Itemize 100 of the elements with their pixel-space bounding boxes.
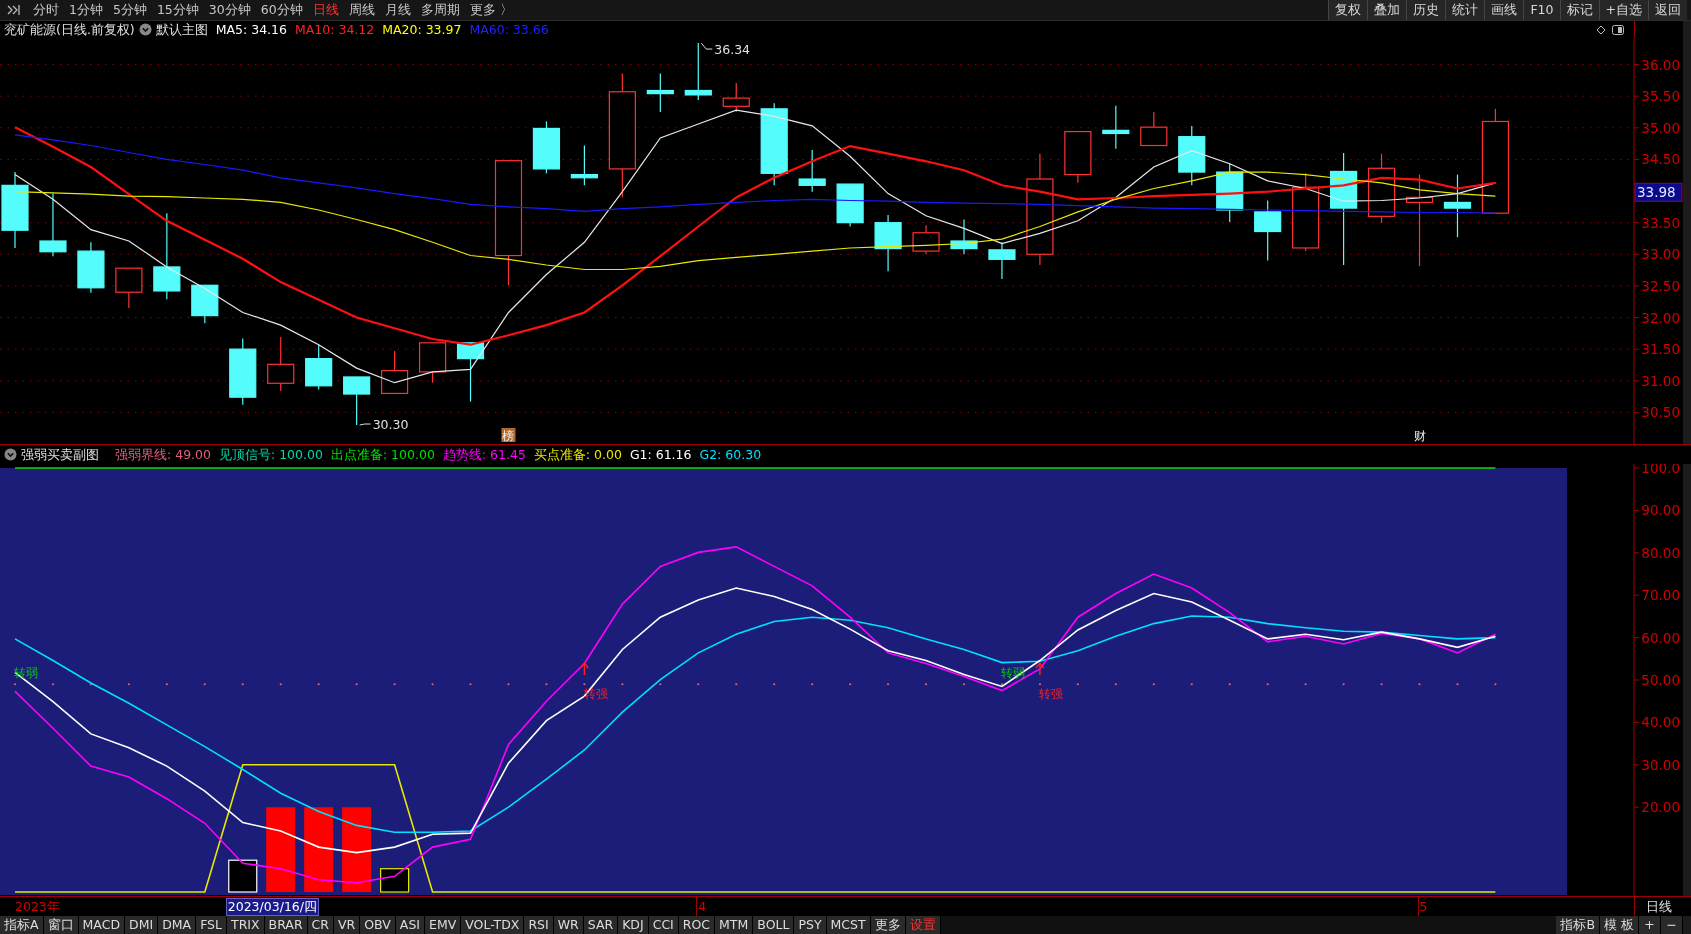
leader-line — [700, 42, 713, 50]
period-tab[interactable]: 1分钟 — [64, 0, 108, 20]
indicator-tab[interactable]: 更多 — [870, 916, 906, 934]
axis-label: 33.50 — [1641, 214, 1680, 231]
period-tab[interactable]: 分时 — [28, 0, 64, 20]
candlestick — [836, 183, 864, 228]
period-tab[interactable]: 15分钟 — [151, 0, 204, 20]
indicator-tab[interactable]: OBV — [360, 916, 396, 934]
indicator-tab[interactable]: RSI — [524, 916, 554, 934]
event-marker[interactable]: 财 — [1413, 429, 1426, 443]
indicator-tab[interactable]: + — [1639, 916, 1661, 934]
period-tab[interactable]: 60分钟 — [255, 0, 308, 20]
indicator-name[interactable]: 强弱买卖副图 — [21, 444, 99, 465]
indicator-tab[interactable]: 指标A — [0, 916, 44, 934]
axis-label: 36.00 — [1641, 56, 1680, 73]
toolbar-button[interactable]: 统计 — [1445, 0, 1485, 20]
indicator-tab[interactable]: KDJ — [618, 916, 649, 934]
candlestick — [381, 350, 409, 394]
indicator-tab[interactable]: CR — [307, 916, 334, 934]
indicator-tab[interactable]: MCST — [826, 916, 871, 934]
ma-value: MA60: 33.66 — [469, 20, 549, 39]
toolbar-button[interactable]: 复权 — [1328, 0, 1368, 20]
ma-value: MA10: 34.12 — [295, 20, 375, 39]
indicator-tab[interactable]: VOL-TDX — [461, 916, 525, 934]
toolbar-button[interactable]: F10 — [1523, 0, 1560, 20]
toolbar-button[interactable]: +自选 — [1598, 0, 1648, 20]
toolbar-button[interactable]: 叠加 — [1367, 0, 1407, 20]
period-tab[interactable]: 5分钟 — [107, 0, 152, 20]
indicator-tab[interactable]: MACD — [78, 916, 126, 934]
toolbar-button[interactable]: 返回 — [1648, 0, 1687, 20]
panel-icon[interactable] — [1612, 24, 1624, 35]
period-tab[interactable]: 日线 — [307, 0, 344, 20]
indicator-tab[interactable]: BOLL — [753, 916, 795, 934]
template-label[interactable]: 默认主图 — [155, 20, 208, 39]
dropdown-icon[interactable] — [4, 448, 17, 461]
axis-label: 32.00 — [1641, 309, 1680, 326]
axis-label: 30.00 — [1641, 756, 1680, 773]
toolbar-button[interactable]: 历史 — [1406, 0, 1446, 20]
indicator-tab[interactable]: WR — [553, 916, 584, 934]
legend-value: 强弱界线: 49.00 — [115, 445, 211, 464]
period-tab[interactable]: 更多 〉 — [464, 0, 518, 20]
date-label: 4 — [698, 898, 707, 916]
candlestick — [418, 342, 447, 384]
candlestick — [77, 241, 105, 294]
up-arrow-icon — [1035, 661, 1045, 676]
candlestick — [798, 149, 826, 193]
event-marker[interactable]: 榜 — [501, 428, 516, 443]
candlestick — [1254, 199, 1282, 262]
indicator-tab[interactable]: VR — [334, 916, 361, 934]
period-tab[interactable]: 月线 — [379, 0, 416, 20]
axis-label: 35.00 — [1641, 119, 1680, 136]
legend-value: 趋势线: 61.45 — [442, 445, 526, 464]
indicator-tab[interactable]: DMI — [125, 916, 159, 934]
indicator-tab[interactable]: EMV — [425, 916, 462, 934]
candlestick — [343, 376, 371, 426]
settings-tab[interactable]: 设置 — [905, 916, 941, 934]
ma-value: MA5: 34.16 — [215, 20, 287, 39]
candlestick — [874, 214, 902, 272]
toolbar-button[interactable]: 画线 — [1484, 0, 1524, 20]
period-tab[interactable]: 多周期 — [415, 0, 465, 20]
indicator-tab[interactable]: FSL — [196, 916, 227, 934]
diamond-icon[interactable] — [1596, 24, 1606, 35]
period-tab[interactable]: 30分钟 — [203, 0, 256, 20]
indicator-tab[interactable]: SAR — [583, 916, 619, 934]
toolbar-button[interactable]: 标记 — [1559, 0, 1599, 20]
indicator-tab[interactable]: ROC — [678, 916, 716, 934]
candlestick — [267, 336, 295, 392]
indicator-tab[interactable]: DMA — [158, 916, 197, 934]
candlestick — [646, 72, 674, 113]
indicator-tab[interactable]: − — [1661, 916, 1683, 934]
cursor-date: 2023/03/16/四 — [225, 898, 319, 916]
dropdown-icon[interactable] — [138, 23, 152, 36]
legend-value: G1: 61.16 — [629, 445, 692, 464]
indicator-tab[interactable]: BRAR — [264, 916, 308, 934]
collapse-icon[interactable] — [6, 4, 22, 16]
up-arrow-icon — [579, 661, 590, 676]
leader-line — [359, 423, 372, 426]
indicator-tab[interactable]: TRIX — [227, 916, 265, 934]
period-tab[interactable]: 周线 — [343, 0, 380, 20]
indicator-tab[interactable]: MTM — [715, 916, 754, 934]
candlestick — [191, 284, 219, 324]
legend-value: 见顶信号: 100.00 — [219, 445, 323, 464]
indicator-tab[interactable]: 窗口 — [43, 916, 79, 934]
signal-box — [380, 868, 410, 893]
candlestick — [305, 344, 333, 391]
candlestick — [115, 267, 143, 309]
indicator-tab[interactable]: CCI — [648, 916, 679, 934]
candlestick — [1178, 125, 1206, 186]
scrollbar-track[interactable] — [1683, 464, 1691, 896]
candlestick — [1216, 163, 1244, 223]
axis-label: 32.50 — [1641, 277, 1680, 294]
indicator-tab[interactable]: ASI — [395, 916, 426, 934]
axis-label: 20.00 — [1641, 799, 1680, 816]
indicator-tab[interactable]: PSY — [794, 916, 827, 934]
scrollbar-track[interactable] — [1683, 916, 1691, 934]
axis-label: 60.00 — [1641, 629, 1680, 646]
indicator-tab[interactable]: 指标B — [1556, 916, 1600, 934]
indicator-tab[interactable]: 模 板 — [1600, 916, 1639, 934]
axis-label: 30.50 — [1641, 404, 1680, 421]
candlestick — [39, 192, 67, 257]
